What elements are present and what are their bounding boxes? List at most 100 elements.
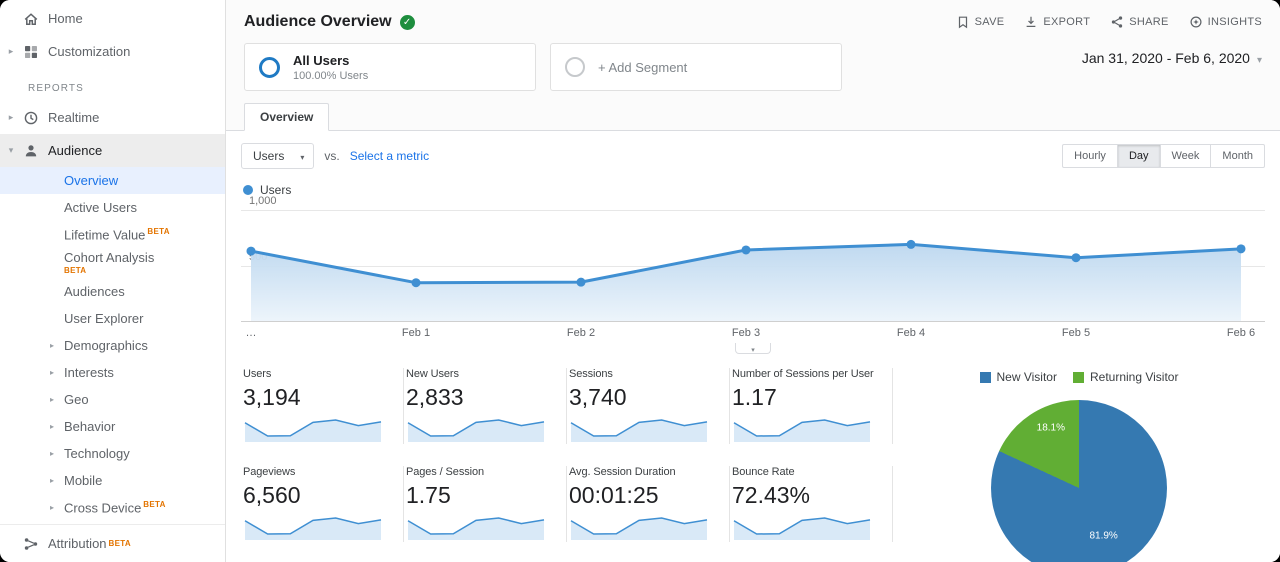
metric-value: 1.17 — [732, 384, 882, 411]
sidebar-item-attribution[interactable]: Attribution BETA — [0, 524, 225, 562]
tab-overview[interactable]: Overview — [244, 103, 329, 131]
line-chart-canvas — [241, 210, 1265, 321]
metric-sparkline — [243, 512, 393, 542]
sidebar-item-demographics[interactable]: ▸Demographics — [0, 332, 225, 359]
insights-button[interactable]: INSIGHTS — [1189, 15, 1262, 29]
add-segment-label: + Add Segment — [598, 60, 687, 75]
sidebar-item-audience[interactable]: ▾ Audience — [0, 134, 225, 167]
metric-value: 72.43% — [732, 482, 882, 509]
granularity-month[interactable]: Month — [1210, 144, 1265, 168]
sidebar-item-active-users[interactable]: Active Users — [0, 194, 225, 221]
y-axis-tick-label: 1,000 — [249, 195, 277, 207]
metric-value: 00:01:25 — [569, 482, 719, 509]
tab-bar: Overview — [226, 103, 1280, 131]
sidebar-item-mobile[interactable]: ▸Mobile — [0, 467, 225, 494]
granularity-day[interactable]: Day — [1117, 144, 1161, 168]
metric-label: Pageviews — [243, 466, 393, 478]
legend-dot-icon — [243, 185, 253, 195]
metric-sparkline — [243, 414, 393, 444]
sidebar-item-realtime[interactable]: ▸Realtime — [0, 101, 225, 134]
reports-section-label: REPORTS — [0, 68, 225, 101]
chevron-down-icon — [1257, 50, 1262, 66]
realtime-icon — [18, 110, 44, 126]
chevron-down-icon — [300, 149, 304, 163]
x-axis-tick-label: Feb 2 — [567, 327, 595, 339]
sidebar-item-customization[interactable]: ▸Customization — [0, 35, 225, 68]
export-icon — [1024, 15, 1038, 29]
chevron-down-icon: ▾ — [0, 145, 18, 156]
x-axis-tick-label: Feb 3 — [732, 327, 760, 339]
sidebar-item-label-wrap: Mobile — [64, 473, 102, 488]
metric-card-avg-session-duration[interactable]: Avg. Session Duration00:01:25 — [567, 466, 730, 542]
sidebar-item-label: Customization — [48, 44, 130, 59]
vs-label: vs. — [324, 149, 339, 163]
sidebar-item-label: Audience — [48, 143, 102, 158]
x-axis-labels: …Feb 1Feb 2Feb 3Feb 4Feb 5Feb 6 — [241, 327, 1265, 343]
granularity-hourly[interactable]: Hourly — [1062, 144, 1118, 168]
export-button[interactable]: EXPORT — [1024, 15, 1090, 29]
metric-select-dropdown[interactable]: Users — [241, 143, 314, 169]
sidebar-item-label: User Explorer — [64, 311, 143, 326]
sidebar-item-cross-device[interactable]: ▸Cross DeviceBETA — [0, 494, 225, 521]
sidebar-item-label: Demographics — [64, 338, 148, 353]
sidebar-item-label: Cohort Analysis — [64, 251, 154, 266]
sidebar-item-label-wrap: Overview — [64, 173, 118, 188]
sidebar-item-label: Home — [48, 11, 83, 26]
users-line-chart[interactable]: 5001,000 — [241, 210, 1265, 322]
granularity-toggle: HourlyDayWeekMonth — [1062, 144, 1265, 168]
sidebar-item-technology[interactable]: ▸Technology — [0, 440, 225, 467]
sidebar-item-label: Mobile — [64, 473, 102, 488]
metric-cards-grid: Users3,194New Users2,833Sessions3,740Num… — [241, 368, 893, 562]
sidebar-item-label-wrap: Lifetime ValueBETA — [64, 227, 170, 242]
granularity-week[interactable]: Week — [1160, 144, 1212, 168]
chevron-right-icon: ▸ — [50, 503, 64, 512]
save-button[interactable]: SAVE — [956, 15, 1005, 29]
pie-data-label: 81.9% — [1089, 530, 1117, 541]
metric-select-value: Users — [253, 149, 284, 163]
sidebar-item-cohort-analysis[interactable]: Cohort AnalysisBETA — [0, 248, 225, 278]
main-content: Audience Overview SAVEEXPORTSHAREINSIGHT… — [226, 0, 1280, 562]
add-segment-button[interactable]: + Add Segment — [550, 43, 842, 91]
sidebar-item-label-wrap: Technology — [64, 446, 130, 461]
chart-expand-handle[interactable] — [735, 343, 771, 354]
sidebar-item-interests[interactable]: ▸Interests — [0, 359, 225, 386]
metric-sparkline — [406, 512, 556, 542]
metric-card-new-users[interactable]: New Users2,833 — [404, 368, 567, 444]
sidebar-item-label: Active Users — [64, 200, 137, 215]
sidebar-item-label-wrap: Geo — [64, 392, 89, 407]
sidebar-item-label: Audiences — [64, 284, 125, 299]
metric-sparkline — [569, 512, 719, 542]
metric-card-number-of-sessions-per-user[interactable]: Number of Sessions per User1.17 — [730, 368, 893, 444]
sidebar-item-label: Technology — [64, 446, 130, 461]
share-button[interactable]: SHARE — [1110, 15, 1168, 29]
sidebar-item-behavior[interactable]: ▸Behavior — [0, 413, 225, 440]
metric-card-pages-session[interactable]: Pages / Session1.75 — [404, 466, 567, 542]
sidebar-item-user-explorer[interactable]: User Explorer — [0, 305, 225, 332]
metric-card-bounce-rate[interactable]: Bounce Rate72.43% — [730, 466, 893, 542]
metric-label: New Users — [406, 368, 556, 380]
visitor-pie-section: New VisitorReturning Visitor 81.9% 18.1% — [893, 368, 1265, 562]
metric-sparkline — [406, 414, 556, 444]
action-label: SAVE — [975, 16, 1005, 28]
visitor-type-pie-chart[interactable]: 81.9% 18.1% — [991, 400, 1167, 562]
sidebar-item-home[interactable]: Home — [0, 2, 225, 35]
metric-card-sessions[interactable]: Sessions3,740 — [567, 368, 730, 444]
sidebar-item-overview[interactable]: Overview — [0, 167, 225, 194]
sidebar-item-label-wrap: Cohort AnalysisBETA — [64, 248, 154, 278]
metric-label: Pages / Session — [406, 466, 556, 478]
chevron-right-icon: ▸ — [50, 368, 64, 377]
select-metric-link[interactable]: Select a metric — [350, 149, 429, 163]
sidebar-top-group: Home ▸Customization — [0, 2, 225, 68]
chevron-right-icon: ▸ — [0, 112, 18, 123]
sidebar-item-lifetime-value[interactable]: Lifetime ValueBETA — [0, 221, 225, 248]
sidebar-item-audiences[interactable]: Audiences — [0, 278, 225, 305]
segment-all-users[interactable]: All Users 100.00% Users — [244, 43, 536, 91]
sidebar-item-geo[interactable]: ▸Geo — [0, 386, 225, 413]
insights-icon — [1189, 15, 1203, 29]
date-range-text: Jan 31, 2020 - Feb 6, 2020 — [1082, 50, 1250, 66]
metric-card-pageviews[interactable]: Pageviews6,560 — [241, 466, 404, 542]
x-axis-tick-label: … — [246, 327, 257, 339]
metric-card-users[interactable]: Users3,194 — [241, 368, 404, 444]
date-range-selector[interactable]: Jan 31, 2020 - Feb 6, 2020 — [1082, 43, 1262, 66]
chevron-right-icon: ▸ — [50, 422, 64, 431]
